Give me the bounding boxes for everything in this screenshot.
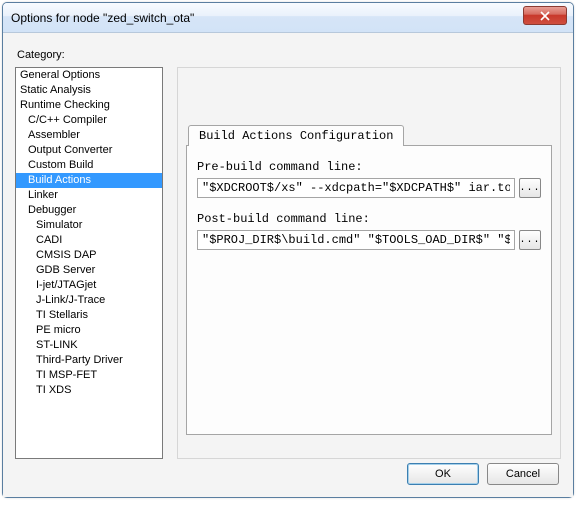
postbuild-label: Post-build command line: bbox=[197, 212, 541, 226]
tab-page: Pre-build command line: ... Post-build c… bbox=[186, 145, 552, 435]
category-item[interactable]: General Options bbox=[16, 68, 162, 83]
window-title: Options for node "zed_switch_ota" bbox=[11, 11, 194, 25]
category-item[interactable]: Build Actions bbox=[16, 173, 162, 188]
ok-button[interactable]: OK bbox=[407, 463, 479, 485]
category-item[interactable]: GDB Server bbox=[16, 263, 162, 278]
cancel-button[interactable]: Cancel bbox=[487, 463, 559, 485]
tab-strip: Build Actions Configuration bbox=[188, 124, 552, 145]
category-item[interactable]: Output Converter bbox=[16, 143, 162, 158]
category-item[interactable]: Runtime Checking bbox=[16, 98, 162, 113]
category-item[interactable]: Debugger bbox=[16, 203, 162, 218]
close-button[interactable] bbox=[523, 6, 567, 25]
prebuild-label: Pre-build command line: bbox=[197, 160, 541, 174]
options-dialog: Options for node "zed_switch_ota" Catego… bbox=[2, 2, 574, 498]
category-item[interactable]: Simulator bbox=[16, 218, 162, 233]
dialog-buttons: OK Cancel bbox=[407, 463, 559, 485]
category-item[interactable]: Static Analysis bbox=[16, 83, 162, 98]
category-item[interactable]: ST-LINK bbox=[16, 338, 162, 353]
category-list[interactable]: General OptionsStatic AnalysisRuntime Ch… bbox=[15, 67, 163, 459]
category-item[interactable]: J-Link/J-Trace bbox=[16, 293, 162, 308]
category-item[interactable]: TI MSP-FET bbox=[16, 368, 162, 383]
tab-build-actions-config[interactable]: Build Actions Configuration bbox=[188, 125, 404, 146]
category-item[interactable]: Custom Build bbox=[16, 158, 162, 173]
category-item[interactable]: Third-Party Driver bbox=[16, 353, 162, 368]
category-item[interactable]: CADI bbox=[16, 233, 162, 248]
client-area: Category: General OptionsStatic Analysis… bbox=[3, 33, 573, 497]
prebuild-input[interactable] bbox=[197, 178, 515, 198]
category-item[interactable]: Linker bbox=[16, 188, 162, 203]
category-item[interactable]: CMSIS DAP bbox=[16, 248, 162, 263]
postbuild-browse-button[interactable]: ... bbox=[519, 230, 541, 250]
options-panel: Build Actions Configuration Pre-build co… bbox=[177, 67, 561, 459]
postbuild-input[interactable] bbox=[197, 230, 515, 250]
prebuild-browse-button[interactable]: ... bbox=[519, 178, 541, 198]
category-item[interactable]: Assembler bbox=[16, 128, 162, 143]
category-label: Category: bbox=[17, 49, 561, 61]
title-bar[interactable]: Options for node "zed_switch_ota" bbox=[3, 3, 573, 33]
category-item[interactable]: TI Stellaris bbox=[16, 308, 162, 323]
category-item[interactable]: TI XDS bbox=[16, 383, 162, 398]
category-item[interactable]: I-jet/JTAGjet bbox=[16, 278, 162, 293]
close-icon bbox=[540, 11, 550, 21]
category-item[interactable]: PE micro bbox=[16, 323, 162, 338]
category-item[interactable]: C/C++ Compiler bbox=[16, 113, 162, 128]
